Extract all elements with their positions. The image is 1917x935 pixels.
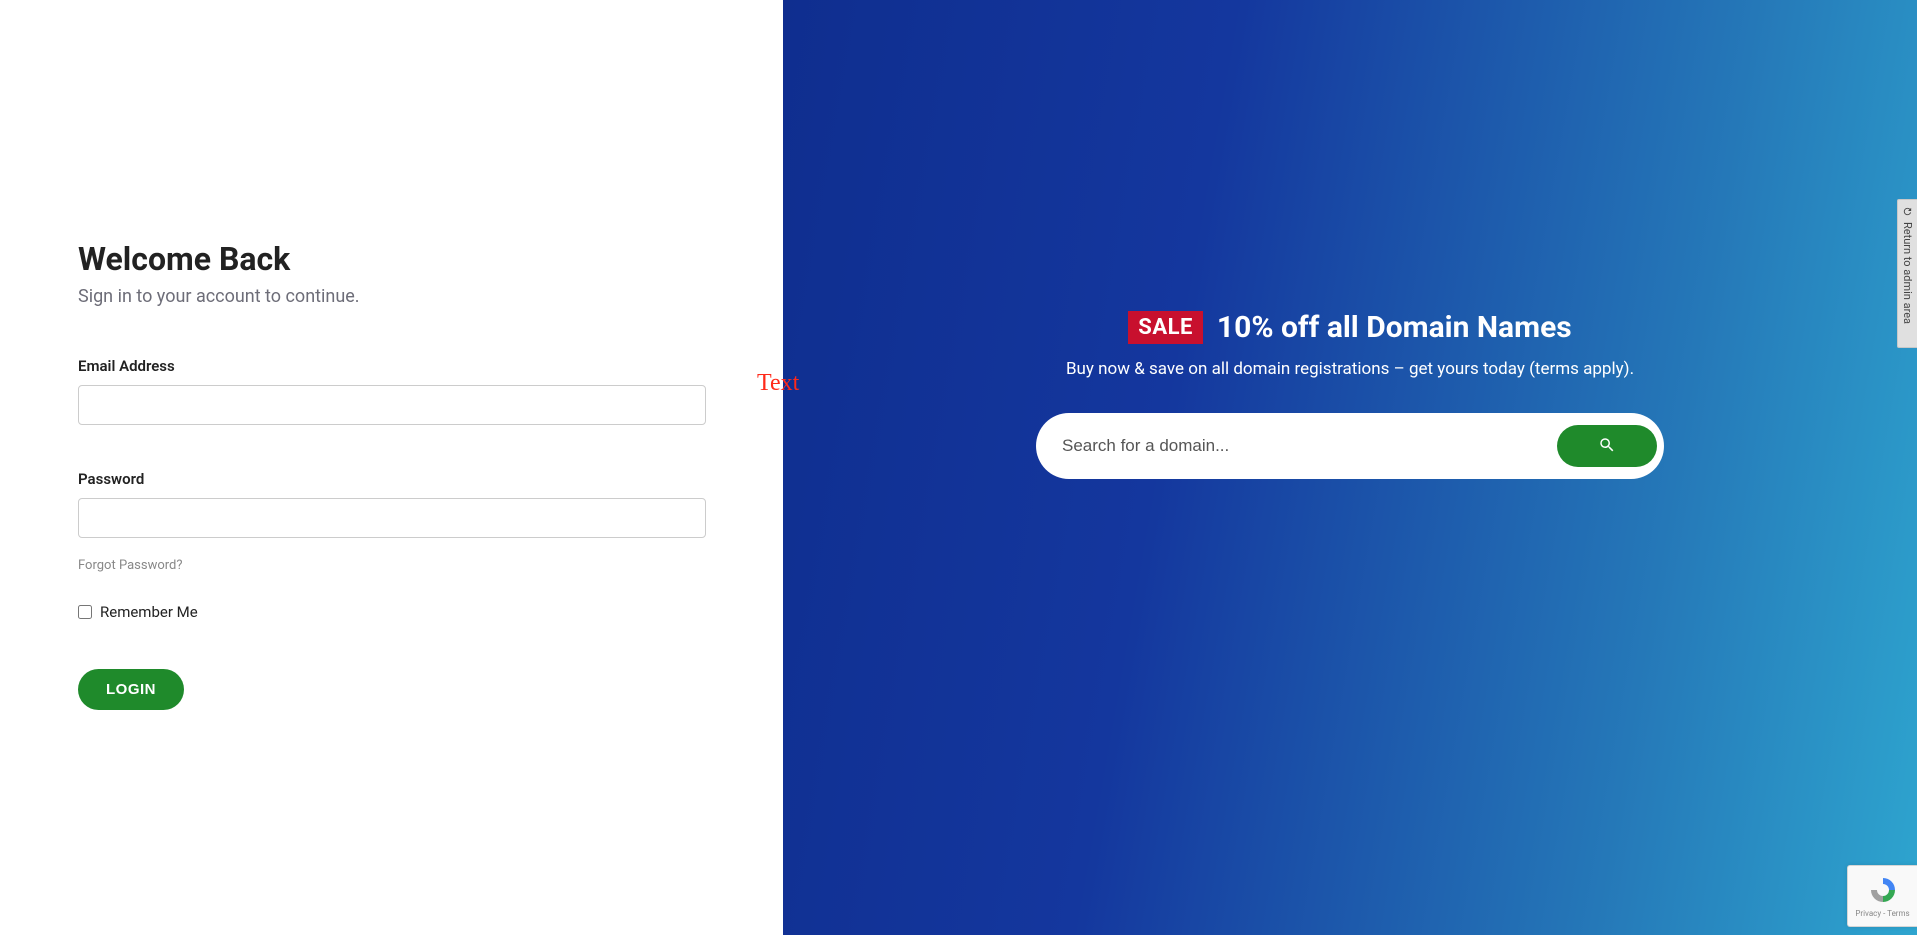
search-icon [1598,436,1616,457]
return-to-admin-tab[interactable]: Return to admin area [1897,199,1917,348]
sale-badge: SALE [1128,311,1203,344]
welcome-subtitle: Sign in to your account to continue. [78,286,705,307]
email-group: Email Address [78,357,705,435]
domain-search-wrap [1036,413,1664,479]
password-label: Password [78,470,705,488]
welcome-title: Welcome Back [78,240,705,278]
recaptcha-text: Privacy - Terms [1855,909,1909,918]
promo-title: 10% off all Domain Names [1217,310,1572,345]
login-button[interactable]: LOGIN [78,669,184,710]
return-to-admin-label: Return to admin area [1901,222,1914,324]
domain-search-input[interactable] [1062,436,1557,456]
login-panel: Welcome Back Sign in to your account to … [0,0,783,935]
email-label: Email Address [78,357,705,375]
remember-me-checkbox[interactable] [78,605,92,619]
remember-me-wrap: Remember Me [78,603,705,621]
password-field[interactable] [78,498,706,538]
remember-me-label: Remember Me [100,603,198,621]
promo-subtitle: Buy now & save on all domain registratio… [1066,359,1634,379]
forgot-password-link[interactable]: Forgot Password? [78,558,183,573]
email-field[interactable] [78,385,706,425]
recaptcha-icon [1868,875,1898,907]
text-overlay: Text [757,370,799,397]
password-group: Password [78,470,705,548]
promo-headline: SALE 10% off all Domain Names [1128,310,1571,345]
promo-panel: SALE 10% off all Domain Names Buy now & … [783,0,1917,935]
recaptcha-badge[interactable]: Privacy - Terms [1847,865,1917,927]
domain-search-button[interactable] [1557,425,1657,467]
refresh-icon [1902,206,1913,222]
